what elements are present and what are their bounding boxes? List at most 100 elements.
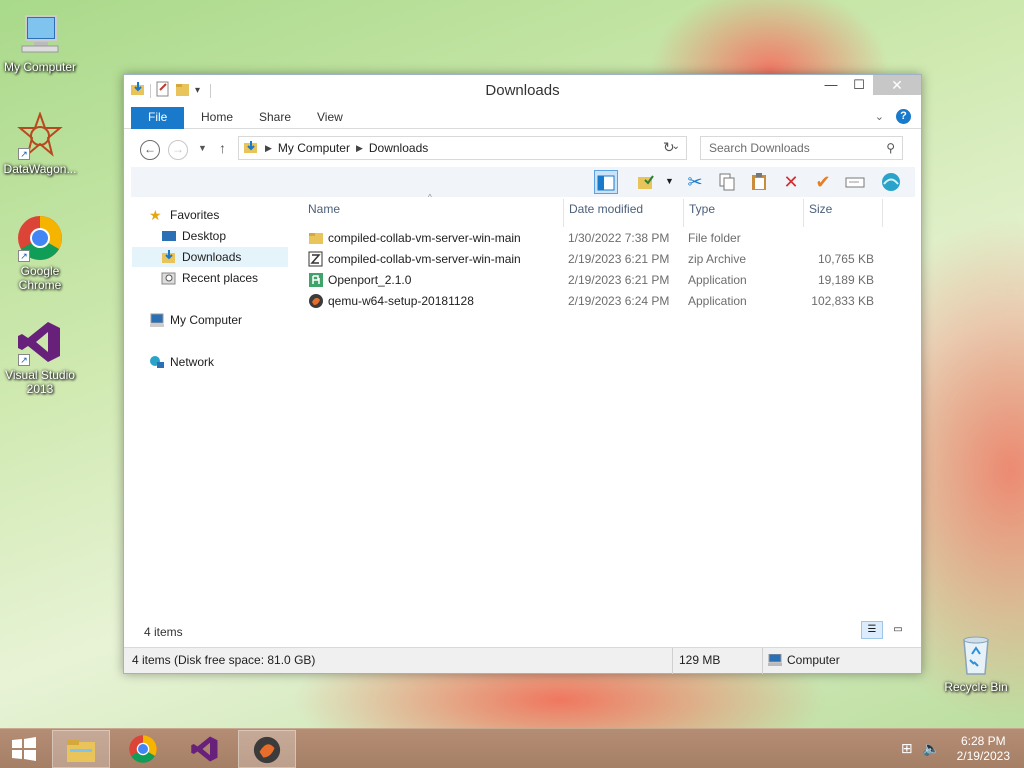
nav-label: Favorites xyxy=(170,208,220,222)
tab-home[interactable]: Home xyxy=(187,107,247,129)
window-title: Downloads xyxy=(485,82,560,99)
nav-favorites[interactable]: ★ Favorites xyxy=(149,205,219,225)
desktop-icon-datawagon[interactable]: ↗ DataWagon... xyxy=(0,111,80,176)
file-explorer-icon xyxy=(67,740,95,762)
desktop-icon-label: Google Chrome xyxy=(18,264,62,292)
file-size: 102,833 KB xyxy=(811,294,874,308)
file-name: Openport_2.1.0 xyxy=(328,273,412,287)
chrome-icon: ↗ xyxy=(16,214,64,262)
large-icons-view-icon[interactable]: ▭ xyxy=(887,621,909,639)
up-arrow-icon[interactable]: ↑ xyxy=(219,140,226,156)
clock[interactable]: 6:28 PM 2/19/2023 xyxy=(957,734,1010,764)
nav-downloads[interactable]: Downloads xyxy=(132,247,288,267)
file-row[interactable]: compiled-collab-vm-server-win-main 2/19/… xyxy=(302,249,882,270)
file-type: Application xyxy=(688,273,747,287)
desktop-icon-my-computer[interactable]: My Computer xyxy=(0,10,80,74)
address-row: ← → ▼ ↑ ▶ My Computer ▶ Downloads ⌄ ↻ Se… xyxy=(124,131,921,167)
clock-date: 2/19/2023 xyxy=(956,749,1010,763)
close-button[interactable]: ✕ xyxy=(873,75,921,95)
file-row[interactable]: qemu-w64-setup-20181128 2/19/2023 6:24 P… xyxy=(302,291,882,312)
view-switcher: ☰ ▭ xyxy=(861,621,909,639)
minimize-button[interactable]: — xyxy=(817,75,845,95)
breadcrumb-my-computer[interactable]: My Computer xyxy=(278,141,350,155)
maximize-button[interactable]: ☐ xyxy=(845,75,873,95)
desktop-icon-label: Recycle Bin xyxy=(944,680,1008,694)
nav-recent-places[interactable]: Recent places xyxy=(161,268,258,288)
status-divider xyxy=(762,648,763,674)
computer-icon xyxy=(16,10,64,58)
forward-button[interactable]: → xyxy=(168,140,188,160)
status-computer-icon xyxy=(768,653,782,669)
desktop-icon-recycle-bin[interactable]: Recycle Bin xyxy=(936,630,1016,694)
recent-locations-icon[interactable]: ▼ xyxy=(198,143,207,153)
volume-icon[interactable]: 🔈 xyxy=(923,740,940,757)
start-button[interactable] xyxy=(0,730,48,768)
tab-view[interactable]: View xyxy=(303,107,357,129)
file-size: 19,189 KB xyxy=(817,273,874,287)
file-date: 2/19/2023 6:21 PM xyxy=(568,273,670,287)
folder-options-icon[interactable] xyxy=(634,170,658,194)
search-input[interactable]: Search Downloads ⚲ xyxy=(700,136,903,160)
tab-file[interactable]: File xyxy=(131,107,185,129)
paste-icon[interactable] xyxy=(747,170,771,194)
details-view-icon[interactable]: ☰ xyxy=(861,621,883,639)
qemu-icon xyxy=(253,736,281,764)
taskbar: ⊞ 🔈 6:28 PM 2/19/2023 xyxy=(0,728,1024,768)
location-text: Computer xyxy=(787,653,840,667)
nav-network[interactable]: Network xyxy=(149,352,214,372)
preview-pane-icon[interactable] xyxy=(594,170,618,194)
folder-options-dropdown-icon[interactable]: ▼ xyxy=(665,176,674,186)
file-row[interactable]: compiled-collab-vm-server-win-main 1/30/… xyxy=(302,228,882,249)
search-placeholder: Search Downloads xyxy=(709,141,810,155)
file-type: File folder xyxy=(688,231,741,245)
window-controls: — ☐ ✕ xyxy=(817,75,921,95)
delete-icon[interactable]: ✕ xyxy=(779,170,803,194)
system-tray: ⊞ 🔈 xyxy=(901,740,940,757)
nav-label: My Computer xyxy=(170,313,243,327)
file-type: zip Archive xyxy=(688,252,747,266)
shell-globe-icon[interactable] xyxy=(879,170,903,194)
file-name: qemu-w64-setup-20181128 xyxy=(328,294,474,308)
search-icon[interactable]: ⚲ xyxy=(886,141,895,155)
file-type: Application xyxy=(688,294,747,308)
refresh-icon[interactable]: ↻ xyxy=(663,139,675,156)
copy-icon[interactable] xyxy=(715,170,739,194)
network-status-icon[interactable]: ⊞ xyxy=(901,740,913,757)
help-icon[interactable]: ? xyxy=(896,109,911,124)
cut-icon[interactable]: ✂ xyxy=(683,170,707,194)
nav-label: Downloads xyxy=(182,250,242,264)
taskbar-visual-studio[interactable] xyxy=(176,730,234,768)
network-icon xyxy=(149,355,165,369)
title-bar[interactable]: ▾ Downloads — ☐ ✕ xyxy=(124,75,921,105)
taskbar-chrome[interactable] xyxy=(114,730,172,768)
back-button[interactable]: ← xyxy=(140,140,160,160)
taskbar-file-explorer[interactable] xyxy=(52,730,110,768)
nav-my-computer[interactable]: My Computer xyxy=(149,310,242,330)
downloads-icon xyxy=(161,250,177,264)
datawagon-icon: ↗ xyxy=(16,111,64,160)
column-header-type[interactable]: Type xyxy=(683,199,804,227)
visual-studio-icon xyxy=(191,736,218,762)
chrome-icon xyxy=(129,735,157,763)
file-name: compiled-collab-vm-server-win-main xyxy=(328,252,521,266)
recycle-bin-icon xyxy=(952,630,1000,678)
tab-share[interactable]: Share xyxy=(245,107,305,129)
desktop-icon-chrome[interactable]: ↗ Google Chrome xyxy=(0,214,80,292)
breadcrumb-downloads[interactable]: Downloads xyxy=(369,141,428,155)
explorer-window: ▾ Downloads — ☐ ✕ Home Share View ⌄ ? Fi… xyxy=(123,74,922,674)
taskbar-qemu[interactable] xyxy=(238,730,296,768)
nav-desktop[interactable]: Desktop xyxy=(161,226,226,246)
navigation-pane: ★ Favorites Desktop Downloads Recent pla… xyxy=(131,199,291,609)
address-bar[interactable]: ▶ My Computer ▶ Downloads ⌄ xyxy=(238,136,687,160)
column-header-size[interactable]: Size xyxy=(803,199,883,227)
file-row[interactable]: Openport_2.1.0 2/19/2023 6:21 PM Applica… xyxy=(302,270,882,291)
recent-places-icon xyxy=(161,271,177,285)
downloads-folder-icon xyxy=(243,139,259,158)
computer-icon xyxy=(149,313,165,327)
column-header-name[interactable]: Name xyxy=(302,199,564,227)
rename-check-icon[interactable]: ✔ xyxy=(811,170,835,194)
desktop-icon-visual-studio[interactable]: ↗ Visual Studio 2013 xyxy=(0,318,80,396)
column-header-date[interactable]: Date modified xyxy=(563,199,684,227)
rename-field-icon[interactable] xyxy=(843,170,867,194)
expand-ribbon-icon[interactable]: ⌄ xyxy=(875,110,884,123)
